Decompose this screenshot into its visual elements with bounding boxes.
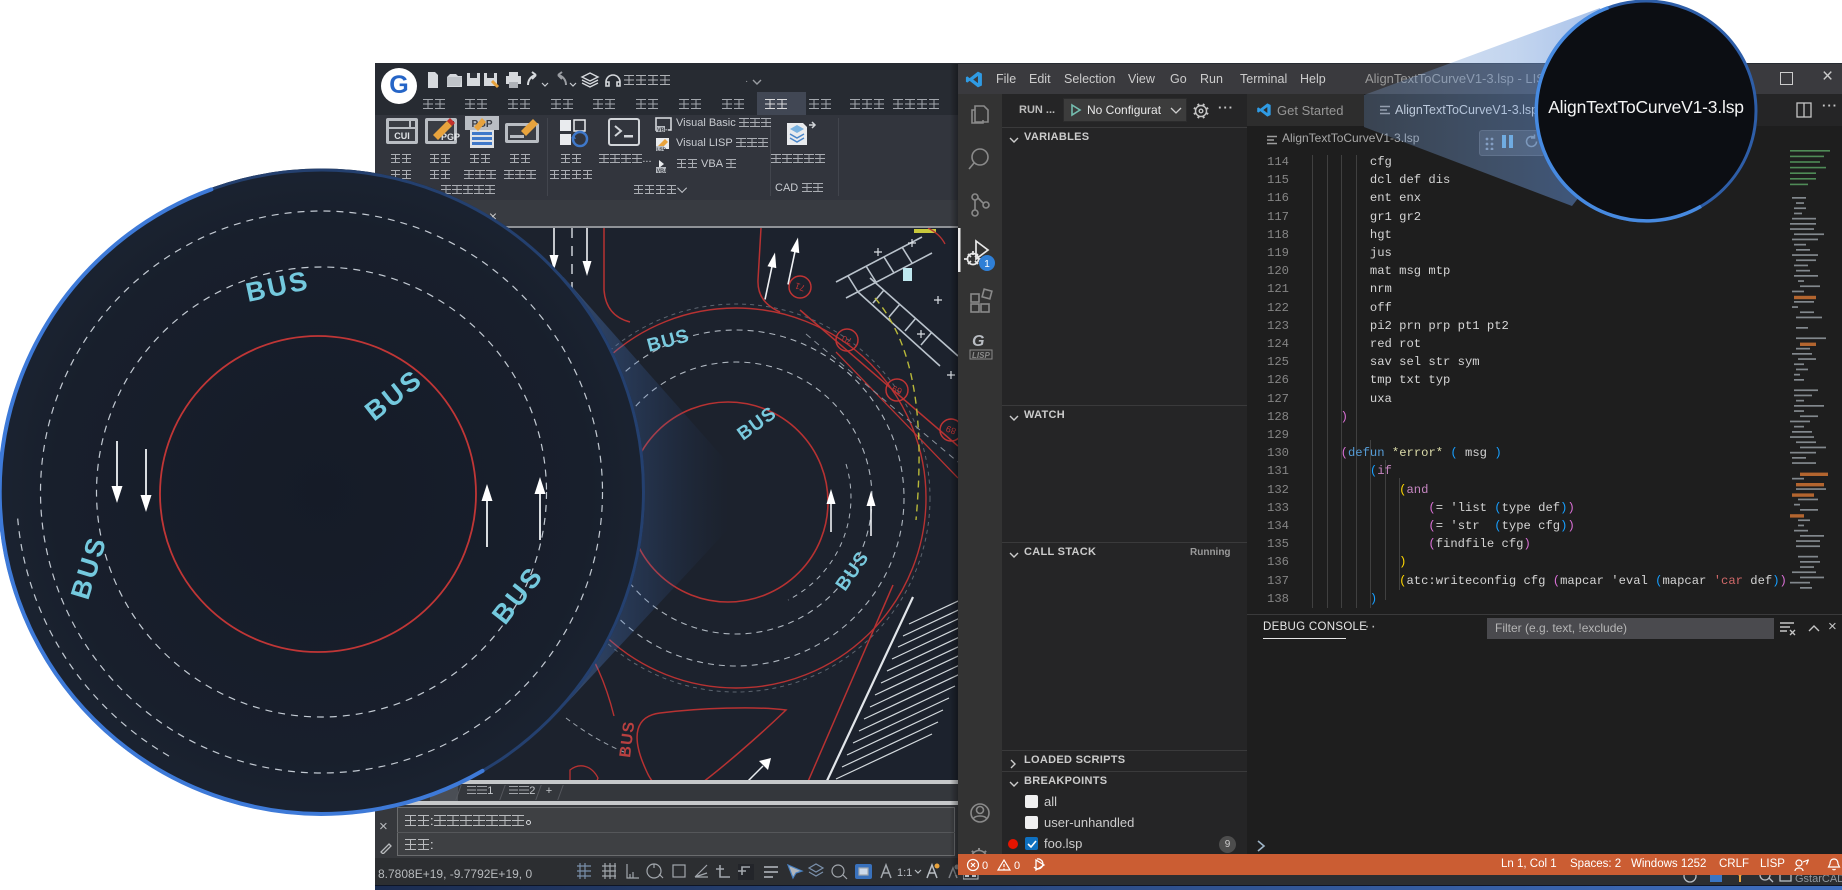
svg-text:AlignTextToCurveV1-3.lsp: AlignTextToCurveV1-3.lsp <box>1548 97 1744 117</box>
